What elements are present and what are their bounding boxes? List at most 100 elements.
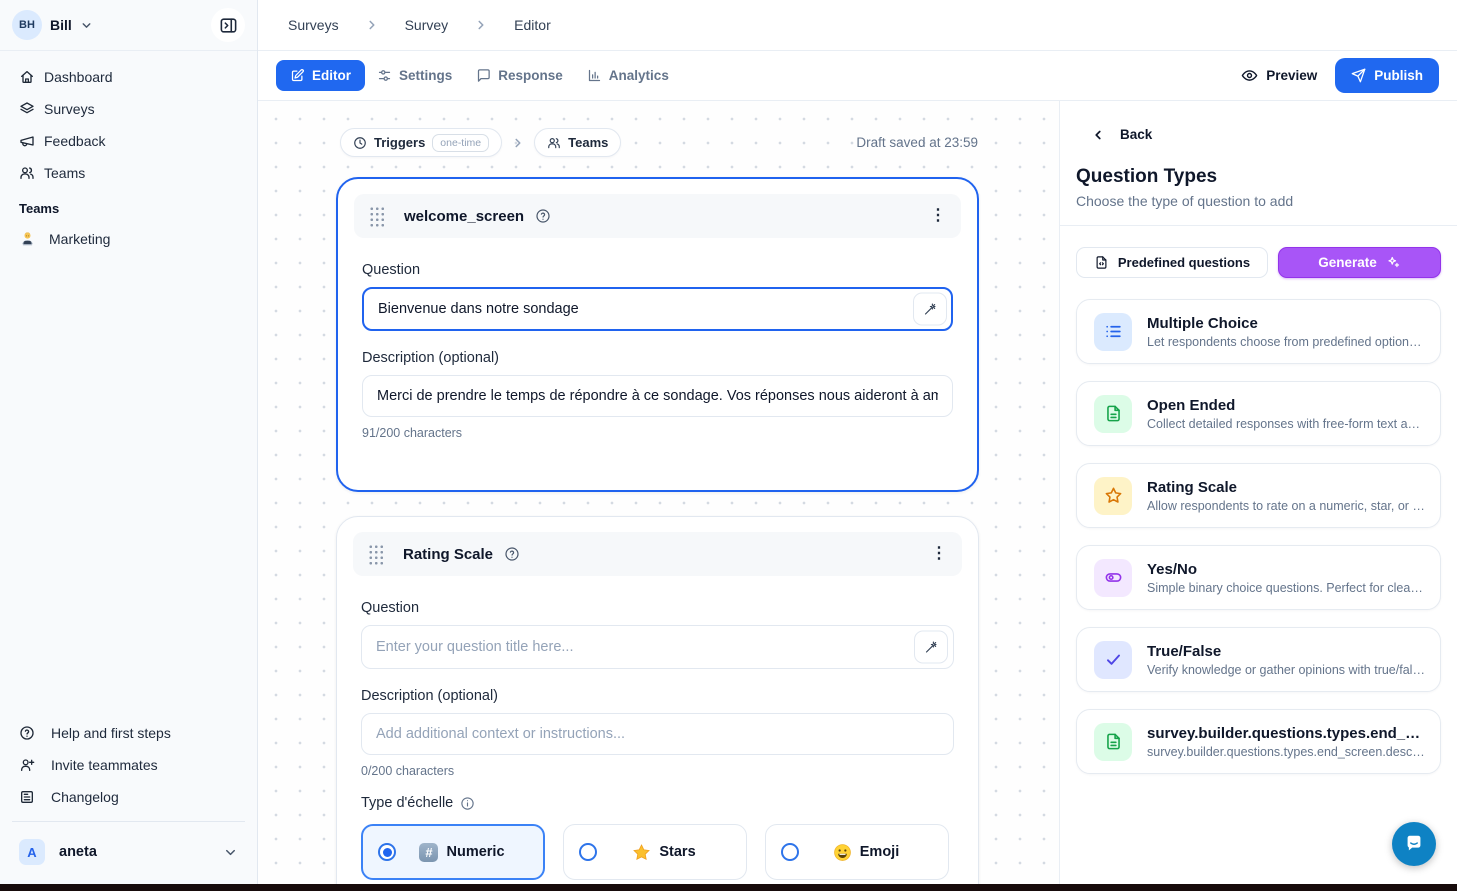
triggers-pill[interactable]: Triggers one-time bbox=[340, 128, 502, 157]
breadcrumb-surveys[interactable]: Surveys bbox=[288, 17, 339, 33]
user-plus-icon bbox=[19, 757, 35, 773]
kebab-menu-icon[interactable]: ⋮ bbox=[931, 546, 947, 562]
sidebar-item-surveys[interactable]: Surveys bbox=[8, 93, 249, 125]
triggers-badge: one-time bbox=[432, 134, 489, 152]
publish-label: Publish bbox=[1374, 68, 1423, 83]
smiley-emoji bbox=[833, 843, 852, 862]
file-text-icon bbox=[1104, 404, 1123, 423]
description-input[interactable] bbox=[362, 375, 953, 417]
publish-button[interactable]: Publish bbox=[1335, 58, 1439, 93]
type-description: survey.builder.questions.types.end_scree… bbox=[1147, 745, 1426, 759]
ai-rewrite-button[interactable] bbox=[913, 293, 947, 326]
card-header: Rating Scale ⋮ bbox=[353, 532, 962, 576]
scale-option-label: Stars bbox=[659, 844, 695, 860]
drag-handle-icon[interactable] bbox=[369, 206, 384, 227]
question-input[interactable] bbox=[361, 625, 954, 669]
description-input[interactable] bbox=[361, 713, 954, 755]
chat-launcher-button[interactable] bbox=[1392, 822, 1436, 866]
sliders-icon bbox=[377, 68, 392, 83]
tab-label: Response bbox=[498, 68, 563, 83]
type-card-rating-scale[interactable]: Rating Scale Allow respondents to rate o… bbox=[1076, 463, 1441, 528]
sidebar: BH Bill Dashboard Surveys Feedback Teams… bbox=[0, 0, 258, 884]
breadcrumb-survey[interactable]: Survey bbox=[405, 17, 449, 33]
draft-status: Draft saved at 23:59 bbox=[856, 128, 978, 157]
type-description: Let respondents choose from predefined o… bbox=[1147, 335, 1426, 349]
file-code-icon bbox=[1094, 255, 1109, 270]
help-circle-icon[interactable] bbox=[535, 208, 551, 224]
ai-rewrite-button[interactable] bbox=[914, 631, 948, 664]
sidebar-item-teams[interactable]: Teams bbox=[8, 157, 249, 189]
users-icon bbox=[547, 136, 561, 150]
pencil-square-icon bbox=[290, 68, 305, 83]
type-card-true-false[interactable]: True/False Verify knowledge or gather op… bbox=[1076, 627, 1441, 692]
chevron-right-icon bbox=[511, 136, 525, 150]
tab-response[interactable]: Response bbox=[464, 60, 575, 91]
tab-analytics[interactable]: Analytics bbox=[575, 60, 681, 91]
question-card-rating[interactable]: Rating Scale ⋮ Question Description (opt… bbox=[336, 516, 979, 884]
scale-option-emoji[interactable]: Emoji bbox=[765, 824, 949, 880]
triggers-label: Triggers bbox=[374, 135, 425, 150]
card-header: welcome_screen ⋮ bbox=[354, 194, 961, 238]
account-menu[interactable]: A aneta bbox=[8, 830, 249, 874]
type-card-end-screen[interactable]: survey.builder.questions.types.end_scr..… bbox=[1076, 709, 1441, 774]
magic-wand-icon bbox=[924, 640, 939, 655]
users-icon bbox=[19, 165, 35, 181]
account-avatar: A bbox=[19, 839, 45, 865]
type-title: Open Ended bbox=[1147, 397, 1426, 414]
sidebar-item-label: Surveys bbox=[44, 101, 95, 117]
type-description: Collect detailed responses with free-for… bbox=[1147, 417, 1426, 431]
predefined-questions-label: Predefined questions bbox=[1118, 255, 1250, 270]
scale-option-numeric[interactable]: # Numeric bbox=[361, 824, 545, 880]
sidebar-item-marketing[interactable]: Marketing bbox=[8, 222, 249, 255]
type-card-yes-no[interactable]: Yes/No Simple binary choice questions. P… bbox=[1076, 545, 1441, 610]
sidebar-item-dashboard[interactable]: Dashboard bbox=[8, 61, 249, 93]
radio-icon[interactable] bbox=[781, 843, 799, 861]
scale-option-label: Numeric bbox=[446, 844, 504, 860]
preview-button[interactable]: Preview bbox=[1241, 67, 1317, 84]
question-label: Question bbox=[362, 262, 953, 278]
sidebar-item-label: Marketing bbox=[49, 231, 110, 247]
radio-icon[interactable] bbox=[579, 843, 597, 861]
workspace-switcher[interactable]: BH Bill bbox=[0, 0, 257, 51]
radio-selected-icon[interactable] bbox=[378, 843, 396, 861]
sidebar-collapse-button[interactable] bbox=[211, 8, 245, 42]
teams-pill[interactable]: Teams bbox=[534, 128, 621, 157]
tab-label: Settings bbox=[399, 68, 452, 83]
generate-button[interactable]: Generate bbox=[1278, 247, 1441, 278]
type-title: True/False bbox=[1147, 643, 1426, 660]
question-card-welcome[interactable]: welcome_screen ⋮ Question Description (o… bbox=[336, 177, 979, 492]
scale-options: # Numeric Stars Emoji bbox=[361, 824, 954, 880]
layers-icon bbox=[19, 101, 35, 117]
drag-handle-icon[interactable] bbox=[368, 544, 383, 565]
panel-title: Question Types bbox=[1060, 142, 1457, 188]
send-icon bbox=[1351, 68, 1366, 83]
question-input[interactable] bbox=[362, 287, 953, 331]
predefined-questions-button[interactable]: Predefined questions bbox=[1076, 247, 1268, 278]
survey-canvas: Triggers one-time Teams Draft saved at 2… bbox=[258, 101, 1059, 884]
breadcrumb-editor[interactable]: Editor bbox=[514, 17, 551, 33]
number-keycap-emoji: # bbox=[419, 843, 438, 862]
kebab-menu-icon[interactable]: ⋮ bbox=[930, 208, 946, 224]
panel-collapse-icon bbox=[219, 16, 238, 35]
sidebar-section-teams: Teams bbox=[8, 189, 249, 222]
sidebar-item-invite[interactable]: Invite teammates bbox=[8, 749, 249, 781]
tab-settings[interactable]: Settings bbox=[365, 60, 464, 91]
magic-wand-icon bbox=[923, 302, 938, 317]
tab-editor[interactable]: Editor bbox=[276, 60, 365, 91]
type-card-open-ended[interactable]: Open Ended Collect detailed responses wi… bbox=[1076, 381, 1441, 446]
sidebar-item-label: Teams bbox=[44, 165, 85, 181]
type-title: Yes/No bbox=[1147, 561, 1426, 578]
toggle-icon bbox=[1104, 568, 1123, 587]
help-circle-icon[interactable] bbox=[504, 546, 520, 562]
sidebar-item-label: Feedback bbox=[44, 133, 105, 149]
star-icon bbox=[1104, 486, 1123, 505]
sidebar-item-changelog[interactable]: Changelog bbox=[8, 781, 249, 813]
chevron-right-icon bbox=[365, 18, 379, 32]
sidebar-item-feedback[interactable]: Feedback bbox=[8, 125, 249, 157]
scale-option-stars[interactable]: Stars bbox=[563, 824, 747, 880]
sidebar-item-help[interactable]: Help and first steps bbox=[8, 717, 249, 749]
back-button[interactable]: Back bbox=[1060, 101, 1457, 142]
type-card-multiple-choice[interactable]: Multiple Choice Let respondents choose f… bbox=[1076, 299, 1441, 364]
type-title: survey.builder.questions.types.end_scr..… bbox=[1147, 725, 1426, 742]
home-icon bbox=[19, 69, 35, 85]
